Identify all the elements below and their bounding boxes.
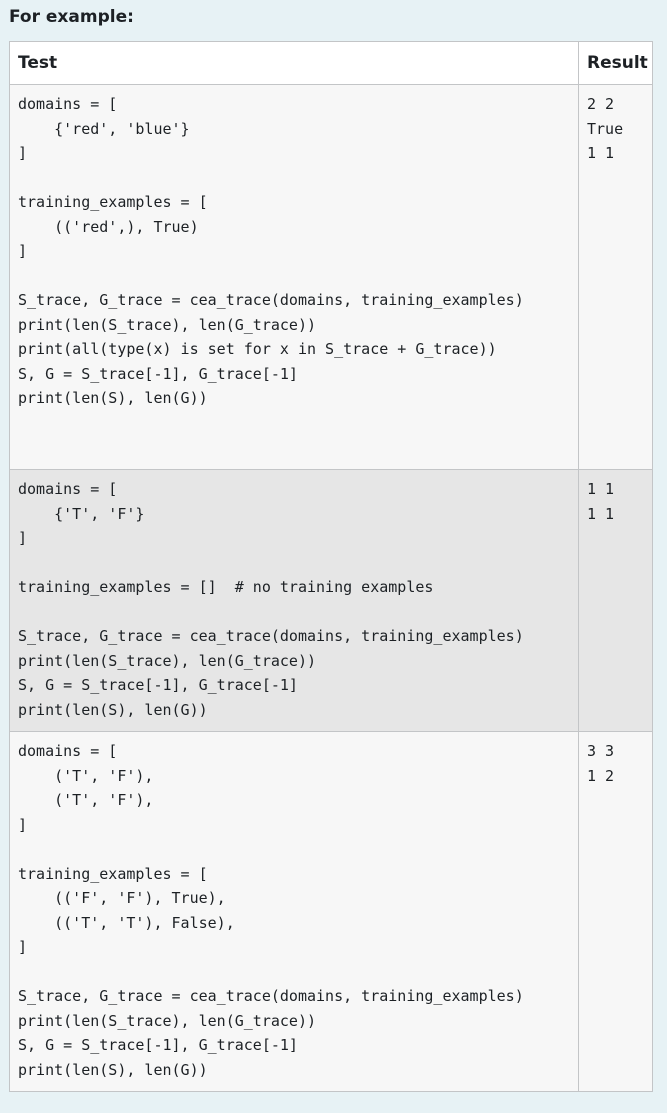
test-code: domains = [ ('T', 'F'), ('T', 'F'), ] tr… (18, 742, 524, 1079)
test-cell: domains = [ {'red', 'blue'} ] training_e… (9, 84, 579, 470)
column-header-result: Result (578, 41, 653, 85)
test-code: domains = [ {'red', 'blue'} ] training_e… (18, 95, 524, 407)
examples-table: Test Result domains = [ {'red', 'blue'} … (9, 41, 653, 1092)
result-cell: 1 1 1 1 (578, 469, 653, 732)
result-cell: 2 2 True 1 1 (578, 84, 653, 470)
table-row: domains = [ ('T', 'F'), ('T', 'F'), ] tr… (9, 731, 653, 1092)
table-row: domains = [ {'red', 'blue'} ] training_e… (9, 84, 653, 470)
examples-heading: For example: (9, 7, 134, 27)
result-output: 3 3 1 2 (587, 742, 615, 785)
test-cell: domains = [ ('T', 'F'), ('T', 'F'), ] tr… (9, 731, 579, 1092)
table-row: domains = [ {'T', 'F'} ] training_exampl… (9, 469, 653, 732)
result-cell: 3 3 1 2 (578, 731, 653, 1092)
test-cell: domains = [ {'T', 'F'} ] training_exampl… (9, 469, 579, 732)
table-header-row: Test Result (9, 41, 653, 85)
result-output: 2 2 True 1 1 (587, 95, 624, 162)
column-header-test: Test (9, 41, 579, 85)
result-output: 1 1 1 1 (587, 480, 615, 523)
test-code: domains = [ {'T', 'F'} ] training_exampl… (18, 480, 524, 719)
